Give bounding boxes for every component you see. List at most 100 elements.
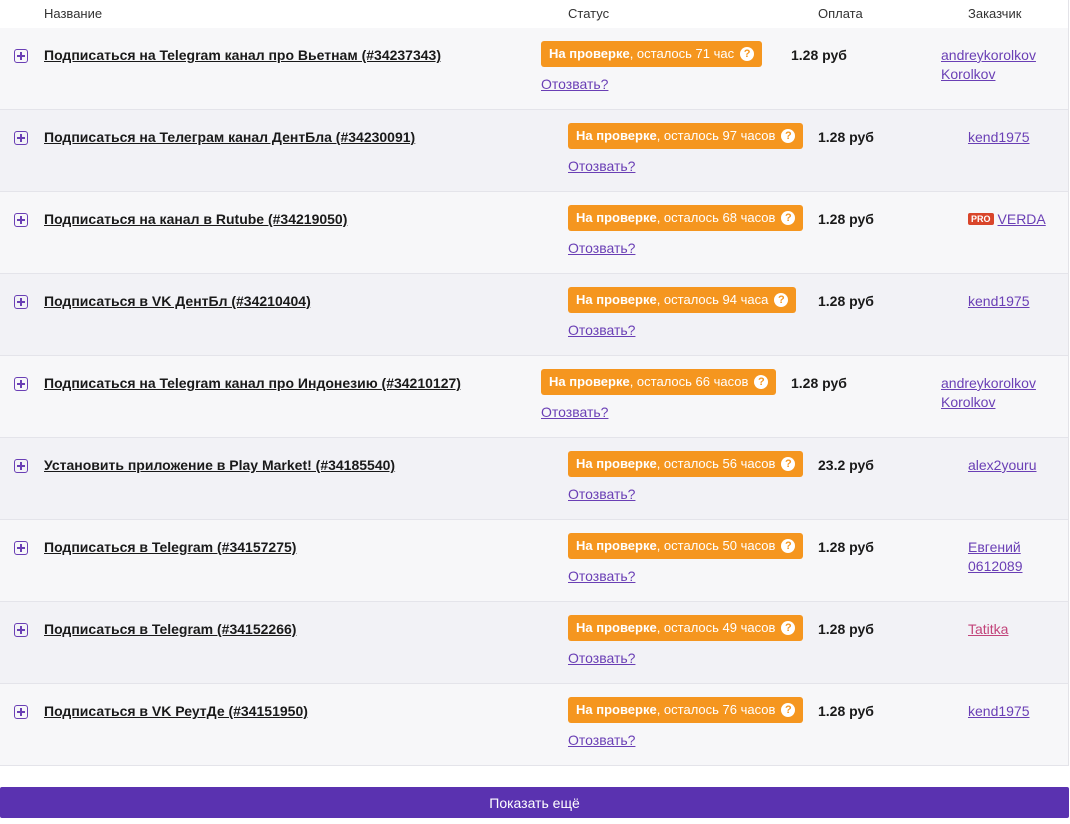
plus-square-icon[interactable] <box>14 705 28 719</box>
show-more-button[interactable]: Показать ещё <box>0 787 1069 818</box>
table-row: Подписаться на Telegram канал про Индоне… <box>0 356 1068 438</box>
customer-link[interactable]: kend1975 <box>968 292 1070 311</box>
table-row: Подписаться на Telegram канал про Вьетна… <box>0 28 1068 110</box>
customer-link[interactable]: PRO VERDA <box>968 210 1070 229</box>
table-header: Название Статус Оплата Заказчик <box>0 0 1068 28</box>
status-badge: На проверке, осталось 66 часов? <box>541 369 777 395</box>
pro-badge: PRO <box>968 213 994 225</box>
status-time-left: , осталось 76 часов <box>656 702 776 717</box>
status-time-left: , осталось 94 часа <box>656 292 769 307</box>
plus-square-icon[interactable] <box>14 541 28 555</box>
table-row: Подписаться в Telegram (#34157275) На про… <box>0 520 1068 602</box>
plus-square-icon[interactable] <box>14 213 28 227</box>
withdraw-link[interactable]: Отозвать? <box>568 568 635 584</box>
question-circle-icon[interactable]: ? <box>781 211 796 225</box>
withdraw-link[interactable]: Отозвать? <box>568 650 635 666</box>
status-label: На проверке <box>576 210 657 225</box>
plus-square-icon[interactable] <box>14 377 28 391</box>
status-label: На проверке <box>549 46 630 61</box>
task-title-link[interactable]: Подписаться в VK ДентБл (#34210404) <box>44 293 311 309</box>
customer-name-line1: VERDA <box>997 211 1046 227</box>
payment-amount: 1.28 руб <box>818 539 874 555</box>
task-title-link[interactable]: Подписаться на Телеграм канал ДентБла (#… <box>44 129 415 145</box>
withdraw-link[interactable]: Отозвать? <box>568 486 635 502</box>
tasks-table: Название Статус Оплата Заказчик Подписат… <box>0 0 1069 766</box>
customer-link[interactable]: kend1975 <box>968 702 1070 721</box>
plus-square-icon[interactable] <box>14 295 28 309</box>
payment-amount: 1.28 руб <box>818 703 874 719</box>
withdraw-link[interactable]: Отозвать? <box>568 158 635 174</box>
status-time-left: , осталось 71 час <box>629 46 735 61</box>
customer-link[interactable]: Tatitka <box>968 620 1070 639</box>
status-badge: На проверке, осталось 76 часов? <box>568 697 804 723</box>
question-circle-icon[interactable]: ? <box>781 539 796 553</box>
question-circle-icon[interactable]: ? <box>781 457 796 471</box>
customer-name-line1: kend1975 <box>968 703 1030 719</box>
customer-name-line1: alex2youru <box>968 457 1037 473</box>
customer-name-line1: andreykorolkov <box>941 375 1036 391</box>
table-row: Подписаться в VK ДентБл (#34210404) На пр… <box>0 274 1068 356</box>
task-title-link[interactable]: Подписаться на канал в Rutube (#34219050… <box>44 211 347 227</box>
customer-link[interactable]: kend1975 <box>968 128 1070 147</box>
withdraw-link[interactable]: Отозвать? <box>568 732 635 748</box>
question-circle-icon[interactable]: ? <box>781 129 796 143</box>
payment-amount: 23.2 руб <box>818 457 874 473</box>
plus-square-icon[interactable] <box>14 623 28 637</box>
task-title-link[interactable]: Подписаться в VK РеутДе (#34151950) <box>44 703 308 719</box>
status-time-left: , осталось 68 часов <box>656 210 776 225</box>
table-row: Подписаться на Телеграм канал ДентБла (#… <box>0 110 1068 192</box>
header-payment: Оплата <box>818 6 863 21</box>
status-badge: На проверке, осталось 50 часов? <box>568 533 804 559</box>
customer-name-line1: Tatitka <box>968 621 1009 637</box>
customer-link[interactable]: Евгений 0612089 <box>968 538 1070 576</box>
task-title-link[interactable]: Подписаться в Telegram (#34157275) <box>44 539 296 555</box>
question-circle-icon[interactable]: ? <box>740 47 755 61</box>
status-time-left: , осталось 50 часов <box>656 538 776 553</box>
customer-name-line1: Евгений <box>968 539 1021 555</box>
status-badge: На проверке, осталось 56 часов? <box>568 451 804 477</box>
customer-link[interactable]: alex2youru <box>968 456 1070 475</box>
plus-square-icon[interactable] <box>14 459 28 473</box>
status-badge: На проверке, осталось 68 часов? <box>568 205 804 231</box>
table-body: Подписаться на Telegram канал про Вьетна… <box>0 28 1068 766</box>
payment-amount: 1.28 руб <box>818 129 874 145</box>
payment-amount: 1.28 руб <box>818 293 874 309</box>
status-time-left: , осталось 49 часов <box>656 620 776 635</box>
task-title-link[interactable]: Подписаться на Telegram канал про Вьетна… <box>44 47 441 63</box>
status-badge: На проверке, осталось 49 часов? <box>568 615 804 641</box>
status-label: На проверке <box>576 538 657 553</box>
table-row: Подписаться на канал в Rutube (#34219050… <box>0 192 1068 274</box>
plus-square-icon[interactable] <box>14 49 28 63</box>
status-badge: На проверке, осталось 97 часов? <box>568 123 804 149</box>
status-label: На проверке <box>576 292 657 307</box>
task-title-link[interactable]: Подписаться на Telegram канал про Индоне… <box>44 375 461 391</box>
table-row: Подписаться в VK РеутДе (#34151950) На пр… <box>0 684 1068 766</box>
plus-square-icon[interactable] <box>14 131 28 145</box>
task-title-link[interactable]: Установить приложение в Play Market! (#3… <box>44 457 395 473</box>
customer-link[interactable]: andreykorolkov Korolkov <box>941 374 1051 412</box>
header-customer: Заказчик <box>968 6 1022 21</box>
payment-amount: 1.28 руб <box>818 211 874 227</box>
withdraw-link[interactable]: Отозвать? <box>541 76 608 92</box>
status-badge: На проверке, осталось 94 часа? <box>568 287 797 313</box>
question-circle-icon[interactable]: ? <box>781 621 796 635</box>
question-circle-icon[interactable]: ? <box>781 703 796 717</box>
withdraw-link[interactable]: Отозвать? <box>568 322 635 338</box>
payment-amount: 1.28 руб <box>818 621 874 637</box>
question-circle-icon[interactable]: ? <box>774 293 789 307</box>
task-title-link[interactable]: Подписаться в Telegram (#34152266) <box>44 621 296 637</box>
payment-amount: 1.28 руб <box>791 47 847 63</box>
payment-amount: 1.28 руб <box>791 375 847 391</box>
status-badge: На проверке, осталось 71 час? <box>541 41 763 67</box>
customer-link[interactable]: andreykorolkov Korolkov <box>941 46 1051 84</box>
status-time-left: , осталось 66 часов <box>629 374 749 389</box>
customer-name-line1: kend1975 <box>968 293 1030 309</box>
status-label: На проверке <box>576 128 657 143</box>
status-time-left: , осталось 56 часов <box>656 456 776 471</box>
withdraw-link[interactable]: Отозвать? <box>568 240 635 256</box>
withdraw-link[interactable]: Отозвать? <box>541 404 608 420</box>
customer-name-line2: Korolkov <box>941 66 996 82</box>
question-circle-icon[interactable]: ? <box>754 375 769 389</box>
table-row: Установить приложение в Play Market! (#3… <box>0 438 1068 520</box>
header-name: Название <box>44 6 103 21</box>
